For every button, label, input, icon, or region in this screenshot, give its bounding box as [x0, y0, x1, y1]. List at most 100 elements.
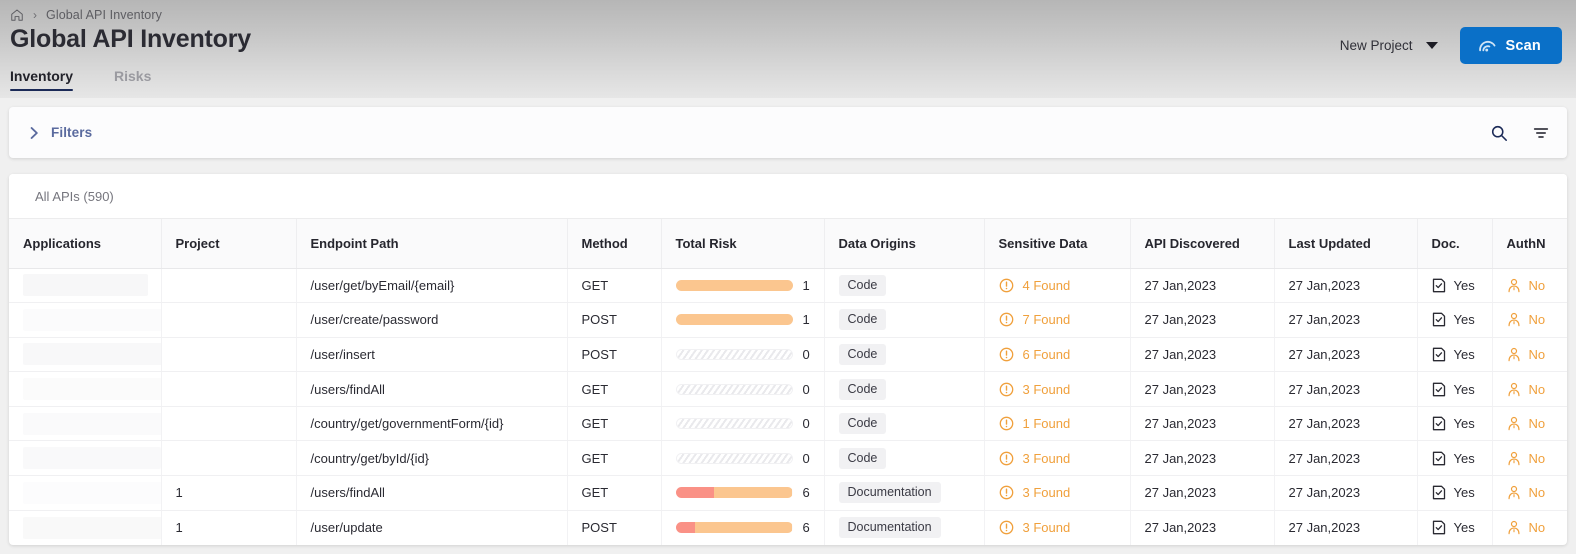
- tab-inventory[interactable]: Inventory: [10, 68, 95, 91]
- risk-value: 0: [802, 416, 810, 432]
- cell-endpoint-path[interactable]: /users/findAll: [296, 475, 568, 511]
- column-header-project[interactable]: Project: [161, 219, 297, 269]
- cell-sensitive-data[interactable]: 4 Found: [984, 268, 1131, 304]
- cell-method: POST: [567, 337, 662, 373]
- cell-sensitive-data[interactable]: 1 Found: [984, 406, 1131, 442]
- column-header-method[interactable]: Method: [567, 219, 662, 269]
- filters-toggle-label: Filters: [51, 125, 93, 140]
- cell-last-updated: 27 Jan,2023: [1274, 371, 1418, 407]
- cell-authn: No: [1492, 475, 1567, 511]
- risk-segment-high: [675, 487, 715, 499]
- cell-project: 1: [161, 510, 297, 545]
- cell-sensitive-data[interactable]: 7 Found: [984, 302, 1131, 338]
- column-header-data-origins[interactable]: Data Origins: [824, 219, 985, 269]
- user-auth-icon: [1507, 485, 1521, 500]
- document-check-icon: [1432, 485, 1446, 500]
- document-check-icon: [1432, 382, 1446, 397]
- table-row[interactable]: 1/users/findAll GET 6 Documentation 3 Found 2…: [9, 475, 1567, 511]
- cell-applications: [9, 371, 162, 407]
- cell-sensitive-data[interactable]: 6 Found: [984, 337, 1131, 373]
- cell-endpoint-path[interactable]: /country/get/governmentForm/{id}: [296, 406, 568, 442]
- cell-endpoint-path[interactable]: /country/get/byId/{id}: [296, 440, 568, 477]
- cell-method: GET: [567, 475, 662, 511]
- cell-method: GET: [567, 440, 662, 477]
- cell-total-risk: 6: [661, 475, 825, 511]
- warning-circle-icon: [999, 520, 1014, 535]
- breadcrumb: › Global API Inventory: [0, 0, 1576, 22]
- cell-applications: [9, 510, 162, 545]
- document-check-icon: [1432, 347, 1446, 362]
- filter-funnel-icon[interactable]: [1532, 124, 1550, 142]
- table-row[interactable]: /user/insert POST 0 Code 6 Found 27 Jan,2023 2…: [9, 337, 1567, 373]
- project-selector[interactable]: New Project: [1340, 38, 1438, 53]
- risk-value: 6: [802, 485, 810, 501]
- cell-data-origins: Code: [824, 406, 985, 442]
- home-icon[interactable]: [10, 8, 24, 22]
- breadcrumb-separator: ›: [33, 8, 37, 22]
- cell-doc: Yes: [1417, 371, 1493, 407]
- risk-bar: [675, 279, 793, 291]
- cell-last-updated: 27 Jan,2023: [1274, 302, 1418, 338]
- scan-button[interactable]: Scan: [1459, 27, 1562, 64]
- cell-authn: No: [1492, 406, 1567, 442]
- table-row[interactable]: /users/findAll GET 0 Code 3 Found 27 Jan,2023…: [9, 371, 1567, 407]
- column-header-total-risk[interactable]: Total Risk: [661, 219, 825, 269]
- doc-label: Yes: [1453, 416, 1475, 432]
- column-header-applications[interactable]: Applications: [9, 219, 162, 269]
- risk-segment-medium: [675, 314, 793, 326]
- column-header-endpoint-path[interactable]: Endpoint Path: [296, 219, 568, 269]
- table-row[interactable]: /user/get/byEmail/{email} GET 1 Code 4 Found…: [9, 268, 1567, 304]
- cell-last-updated: 27 Jan,2023: [1274, 440, 1418, 477]
- user-auth-icon: [1507, 278, 1521, 293]
- cell-api-discovered: 27 Jan,2023: [1130, 475, 1275, 511]
- cell-method: POST: [567, 302, 662, 338]
- cell-endpoint-path[interactable]: /user/insert: [296, 337, 568, 373]
- filters-toggle[interactable]: Filters: [29, 125, 92, 140]
- table-row[interactable]: /country/get/governmentForm/{id} GET 0 Code…: [9, 406, 1567, 442]
- cell-sensitive-data[interactable]: 3 Found: [984, 440, 1131, 477]
- cell-sensitive-data[interactable]: 3 Found: [984, 510, 1131, 545]
- cell-endpoint-path[interactable]: /user/update: [296, 510, 568, 545]
- cell-project: [161, 440, 297, 477]
- cell-applications: [9, 337, 162, 373]
- cell-method: GET: [567, 371, 662, 407]
- page-header: › Global API Inventory Global API Invent…: [0, 0, 1576, 98]
- table-row[interactable]: 1/user/update POST 6 Documentation 3 Found 27…: [9, 510, 1567, 545]
- column-header-api-discovered[interactable]: API Discovered: [1130, 219, 1275, 269]
- user-auth-icon: [1507, 347, 1521, 362]
- cell-sensitive-data[interactable]: 3 Found: [984, 475, 1131, 511]
- column-header-last-updated[interactable]: Last Updated: [1274, 219, 1418, 269]
- data-origin-badge: Code: [838, 413, 887, 435]
- risk-bar: [675, 452, 793, 464]
- column-header-authn[interactable]: AuthN: [1492, 219, 1567, 269]
- application-placeholder: [23, 481, 160, 504]
- risk-value: 0: [802, 346, 810, 362]
- doc-label: Yes: [1453, 277, 1475, 293]
- tab-risks[interactable]: Risks: [114, 68, 173, 91]
- table-row[interactable]: /country/get/byId/{id} GET 0 Code 3 Found 27 …: [9, 440, 1567, 477]
- risk-value: 6: [802, 520, 810, 536]
- cell-method: GET: [567, 406, 662, 442]
- cell-endpoint-path[interactable]: /user/get/byEmail/{email}: [296, 268, 568, 304]
- authn-label: No: [1528, 277, 1546, 293]
- cell-endpoint-path[interactable]: /users/findAll: [296, 371, 568, 407]
- cell-sensitive-data[interactable]: 3 Found: [984, 371, 1131, 407]
- cell-project: [161, 406, 297, 442]
- cell-endpoint-path[interactable]: /user/create/password: [296, 302, 568, 338]
- cell-api-discovered: 27 Jan,2023: [1130, 268, 1275, 304]
- column-header-sensitive-data[interactable]: Sensitive Data: [984, 219, 1131, 269]
- search-icon[interactable]: [1490, 124, 1508, 142]
- data-origin-badge: Code: [838, 447, 887, 469]
- cell-applications: [9, 440, 162, 477]
- sensitive-data-label: 6 Found: [1022, 346, 1071, 362]
- breadcrumb-current[interactable]: Global API Inventory: [46, 8, 162, 22]
- cell-api-discovered: 27 Jan,2023: [1130, 510, 1275, 545]
- cell-last-updated: 27 Jan,2023: [1274, 475, 1418, 511]
- cell-authn: No: [1492, 268, 1567, 304]
- cell-project: 1: [161, 475, 297, 511]
- data-origin-badge: Code: [838, 378, 887, 400]
- data-origin-badge: Code: [838, 309, 887, 331]
- cell-authn: No: [1492, 510, 1567, 545]
- table-row[interactable]: /user/create/password POST 1 Code 7 Found 27 …: [9, 302, 1567, 338]
- column-header-doc[interactable]: Doc.: [1417, 219, 1493, 269]
